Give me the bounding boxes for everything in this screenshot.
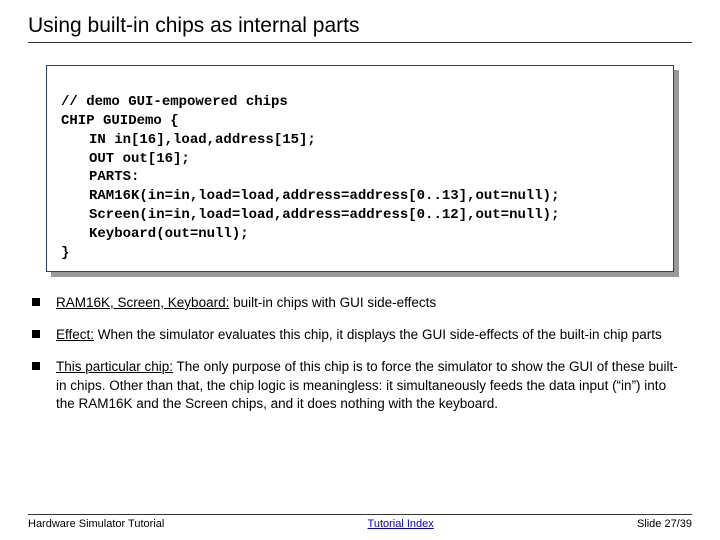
- slide-title: Using built-in chips as internal parts: [28, 14, 692, 43]
- code-line: OUT out[16];: [61, 150, 659, 169]
- bullet-icon: [32, 298, 40, 306]
- code-line: Screen(in=in,load=load,address=address[0…: [61, 206, 659, 225]
- code-line: CHIP GUIDemo {: [61, 113, 179, 129]
- bullet-list: RAM16K, Screen, Keyboard: built-in chips…: [32, 294, 688, 413]
- bullet-text: Effect: When the simulator evaluates thi…: [56, 326, 688, 344]
- code-block: // demo GUI-empowered chips CHIP GUIDemo…: [46, 65, 674, 272]
- footer: Hardware Simulator Tutorial Tutorial Ind…: [28, 514, 692, 530]
- bullet-item: This particular chip: The only purpose o…: [32, 358, 688, 413]
- code-line: PARTS:: [61, 168, 659, 187]
- bullet-icon: [32, 362, 40, 370]
- bullet-uline: Effect:: [56, 327, 94, 342]
- slide-number: Slide 27/39: [637, 518, 692, 530]
- bullet-text: RAM16K, Screen, Keyboard: built-in chips…: [56, 294, 688, 312]
- bullet-rest: When the simulator evaluates this chip, …: [94, 327, 662, 342]
- code-line: // demo GUI-empowered chips: [61, 94, 288, 110]
- code-line: IN in[16],load,address[15];: [61, 131, 659, 150]
- bullet-uline: RAM16K, Screen, Keyboard:: [56, 295, 229, 310]
- footer-left: Hardware Simulator Tutorial: [28, 518, 164, 530]
- bullet-item: RAM16K, Screen, Keyboard: built-in chips…: [32, 294, 688, 312]
- code-content: // demo GUI-empowered chips CHIP GUIDemo…: [46, 65, 674, 272]
- bullet-uline: This particular chip:: [56, 359, 173, 374]
- bullet-icon: [32, 330, 40, 338]
- code-line: }: [61, 245, 69, 261]
- bullet-text: This particular chip: The only purpose o…: [56, 358, 688, 413]
- tutorial-index-link[interactable]: Tutorial Index: [368, 518, 434, 530]
- bullet-rest: built-in chips with GUI side-effects: [229, 295, 436, 310]
- bullet-item: Effect: When the simulator evaluates thi…: [32, 326, 688, 344]
- code-line: Keyboard(out=null);: [61, 225, 659, 244]
- code-line: RAM16K(in=in,load=load,address=address[0…: [61, 187, 659, 206]
